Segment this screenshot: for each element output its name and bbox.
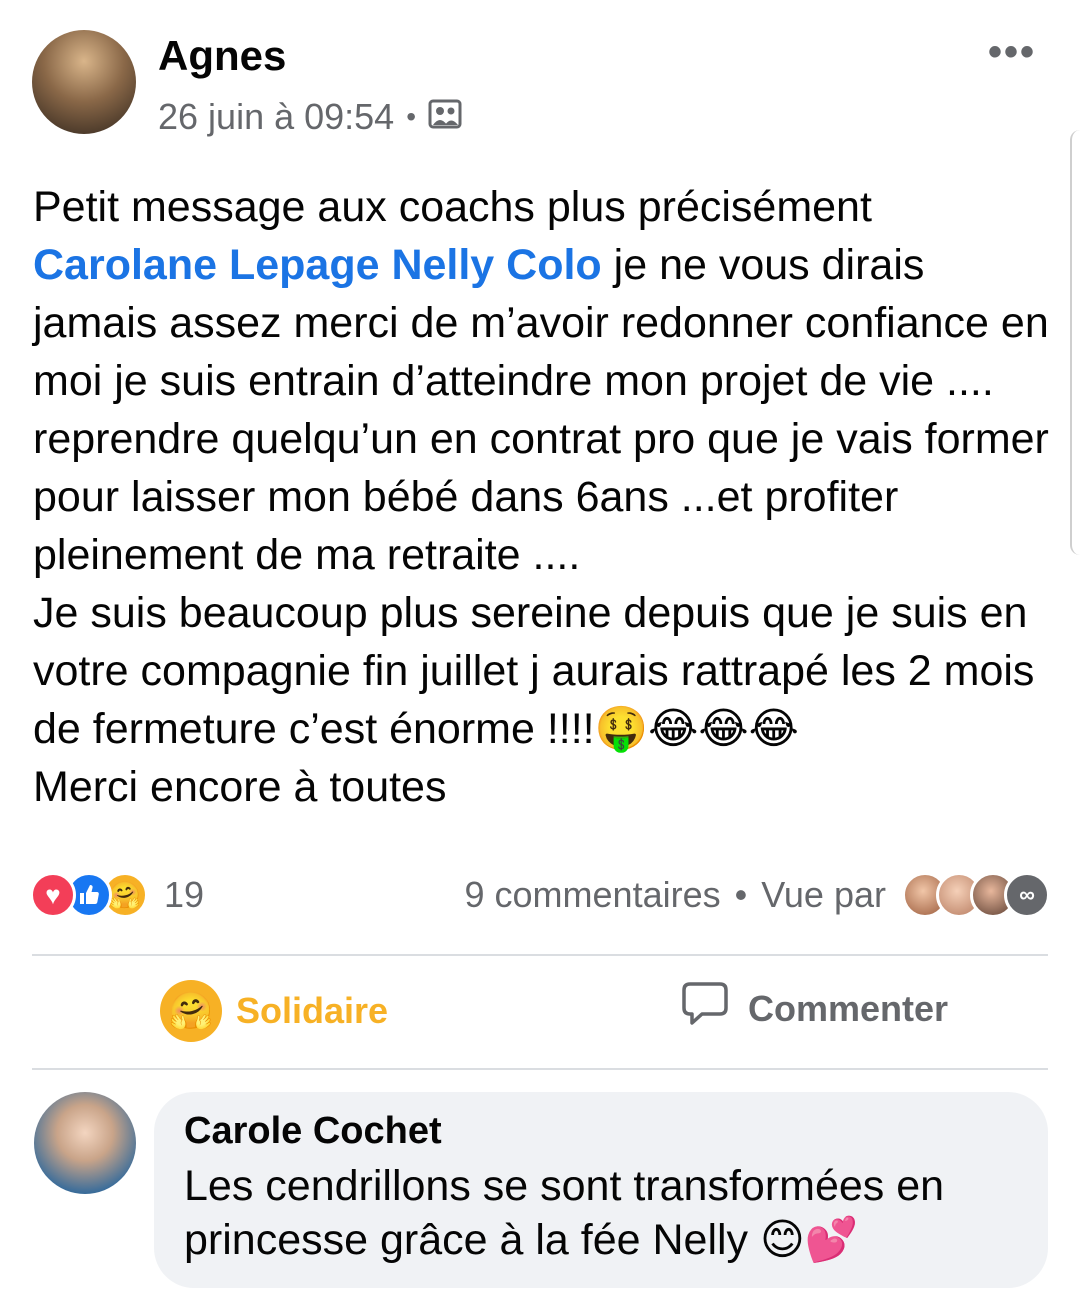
post-text-paragraph3: Merci encore à toutes	[33, 763, 447, 811]
seen-by-label[interactable]: Vue par	[761, 874, 886, 916]
divider	[32, 954, 1048, 956]
commenter-avatar[interactable]	[34, 1092, 136, 1194]
solidaire-label: Solidaire	[236, 990, 389, 1031]
reaction-count: 19	[164, 874, 205, 915]
comment-bubble: Carole Cochet Les cendrillons se sont tr…	[154, 1092, 1048, 1288]
post-meta: 26 juin à 09:54 •	[158, 96, 462, 138]
viewers-avatars[interactable]: ∞	[902, 872, 1050, 918]
post-timestamp[interactable]: 26 juin à 09:54	[158, 96, 394, 138]
comment-icon	[680, 980, 730, 1037]
post-text-intro: Petit message aux coachs plus précisémen…	[33, 183, 872, 231]
mention-link[interactable]: Carolane Lepage Nelly Colo	[33, 241, 602, 289]
post-text-paragraph2: Je suis beaucoup plus sereine depuis que…	[33, 589, 1035, 753]
love-reaction-icon: ♥	[30, 872, 76, 918]
stats-separator: •	[734, 874, 748, 915]
comment-button[interactable]: Commenter	[680, 980, 948, 1037]
scrollbar[interactable]	[1070, 130, 1080, 555]
divider	[32, 1068, 1048, 1070]
post-stats: 9 commentaires • Vue par ∞	[465, 872, 1050, 918]
facebook-post: Agnes 26 juin à 09:54 • ••• Petit messag…	[0, 0, 1080, 1295]
solidaire-button[interactable]: 🤗 Solidaire	[160, 980, 388, 1042]
post-author[interactable]: Agnes	[158, 32, 286, 80]
viewers-more-icon: ∞	[1004, 872, 1050, 918]
comment-author[interactable]: Carole Cochet	[184, 1110, 1018, 1153]
comment-text: Les cendrillons se sont transformées en …	[184, 1162, 945, 1264]
more-horizontal-icon[interactable]: •••	[988, 30, 1036, 75]
post-text-main: je ne vous dirais jamais assez merci de …	[33, 241, 1049, 579]
group-icon	[428, 96, 462, 138]
care-reaction-icon: 🤗	[160, 980, 222, 1042]
meta-separator: •	[406, 101, 417, 132]
comments-count-link[interactable]: 9 commentaires	[465, 874, 721, 916]
reactions-summary[interactable]: ♥ 🤗 19	[30, 872, 204, 918]
author-avatar[interactable]	[32, 30, 136, 134]
comment-label: Commenter	[748, 987, 949, 1029]
post-text: Petit message aux coachs plus précisémen…	[33, 178, 1053, 816]
